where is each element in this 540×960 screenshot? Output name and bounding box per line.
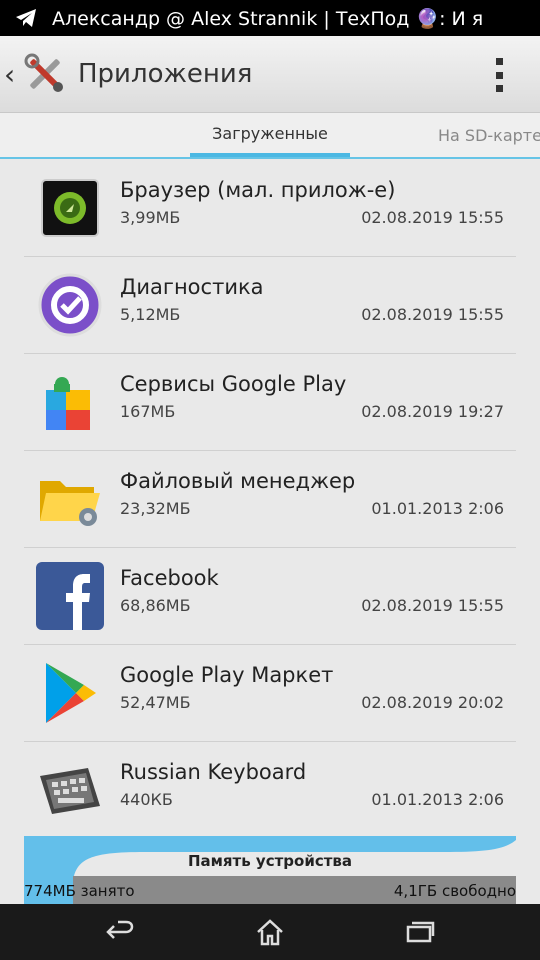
app-name: Диагностика xyxy=(120,275,264,299)
app-size: 23,32МБ xyxy=(120,499,191,518)
app-name: Facebook xyxy=(120,566,219,590)
back-chevron-icon[interactable]: ‹ xyxy=(4,58,20,91)
memory-bar: 774МБ занято 4,1ГБ свободно xyxy=(24,876,516,904)
app-size: 440КБ xyxy=(120,790,173,809)
app-name: Google Play Маркет xyxy=(120,663,334,687)
list-item[interactable]: Браузер (мал. прилож-е) 3,99МБ 02.08.201… xyxy=(24,160,516,257)
list-item[interactable]: Диагностика 5,12МБ 02.08.2019 15:55 xyxy=(24,257,516,354)
device-memory-panel: Память устройства 774МБ занято 4,1ГБ сво… xyxy=(24,836,516,904)
app-date: 02.08.2019 15:55 xyxy=(361,596,504,615)
google-play-market-icon xyxy=(46,663,96,723)
list-item[interactable]: Google Play Маркет 52,47МБ 02.08.2019 20… xyxy=(24,645,516,742)
list-item[interactable]: Russian Keyboard 440КБ 01.01.2013 2:06 xyxy=(24,742,516,838)
app-name: Файловый менеджер xyxy=(120,469,356,493)
tab-sd-card[interactable]: На SD-карте xyxy=(438,113,540,157)
page-title: Приложения xyxy=(78,59,253,89)
status-bar: Александр @ Alex Strannik | ТехПод 🔮: И … xyxy=(0,0,540,36)
app-name: Russian Keyboard xyxy=(120,760,307,784)
overflow-menu-icon[interactable] xyxy=(496,58,504,92)
app-name: Браузер (мал. прилож-е) xyxy=(120,178,396,202)
app-date: 02.08.2019 15:55 xyxy=(361,305,504,324)
facebook-icon xyxy=(36,562,104,630)
app-list: Браузер (мал. прилож-е) 3,99МБ 02.08.201… xyxy=(24,160,516,838)
memory-free-label: 4,1ГБ свободно xyxy=(393,882,516,900)
app-name: Сервисы Google Play xyxy=(120,372,347,396)
back-icon[interactable] xyxy=(104,916,136,948)
memory-title: Память устройства xyxy=(187,852,353,870)
app-size: 5,12МБ xyxy=(120,305,181,324)
app-size: 167МБ xyxy=(120,402,176,421)
memory-used-label: 774МБ занято xyxy=(24,882,135,900)
app-size: 3,99МБ xyxy=(120,208,181,227)
tab-bar: Загруженные На SD-карте xyxy=(0,113,540,159)
app-bar: ‹ Приложения xyxy=(0,36,540,113)
home-icon[interactable] xyxy=(254,916,286,948)
keyboard-icon xyxy=(40,768,100,814)
file-manager-icon xyxy=(40,481,100,526)
list-item[interactable]: Файловый менеджер 23,32МБ 01.01.2013 2:0… xyxy=(24,451,516,548)
list-item[interactable]: Сервисы Google Play 167МБ 02.08.2019 19:… xyxy=(24,354,516,451)
app-date: 01.01.2013 2:06 xyxy=(371,499,504,518)
app-size: 68,86МБ xyxy=(120,596,191,615)
telegram-icon xyxy=(16,9,36,27)
app-date: 01.01.2013 2:06 xyxy=(371,790,504,809)
app-date: 02.08.2019 20:02 xyxy=(361,693,504,712)
tab-downloaded[interactable]: Загруженные xyxy=(190,113,350,157)
app-date: 02.08.2019 19:27 xyxy=(361,402,504,421)
tools-icon[interactable] xyxy=(24,53,66,95)
app-size: 52,47МБ xyxy=(120,693,191,712)
notification-text: Александр @ Alex Strannik | ТехПод 🔮: И … xyxy=(52,7,484,30)
recent-apps-icon[interactable] xyxy=(404,916,436,948)
diagnostics-icon xyxy=(38,273,102,337)
navigation-bar xyxy=(0,904,540,960)
list-item[interactable]: Facebook 68,86МБ 02.08.2019 15:55 xyxy=(24,548,516,645)
google-play-services-icon xyxy=(46,377,90,430)
app-date: 02.08.2019 15:55 xyxy=(361,208,504,227)
browser-icon xyxy=(41,179,99,237)
